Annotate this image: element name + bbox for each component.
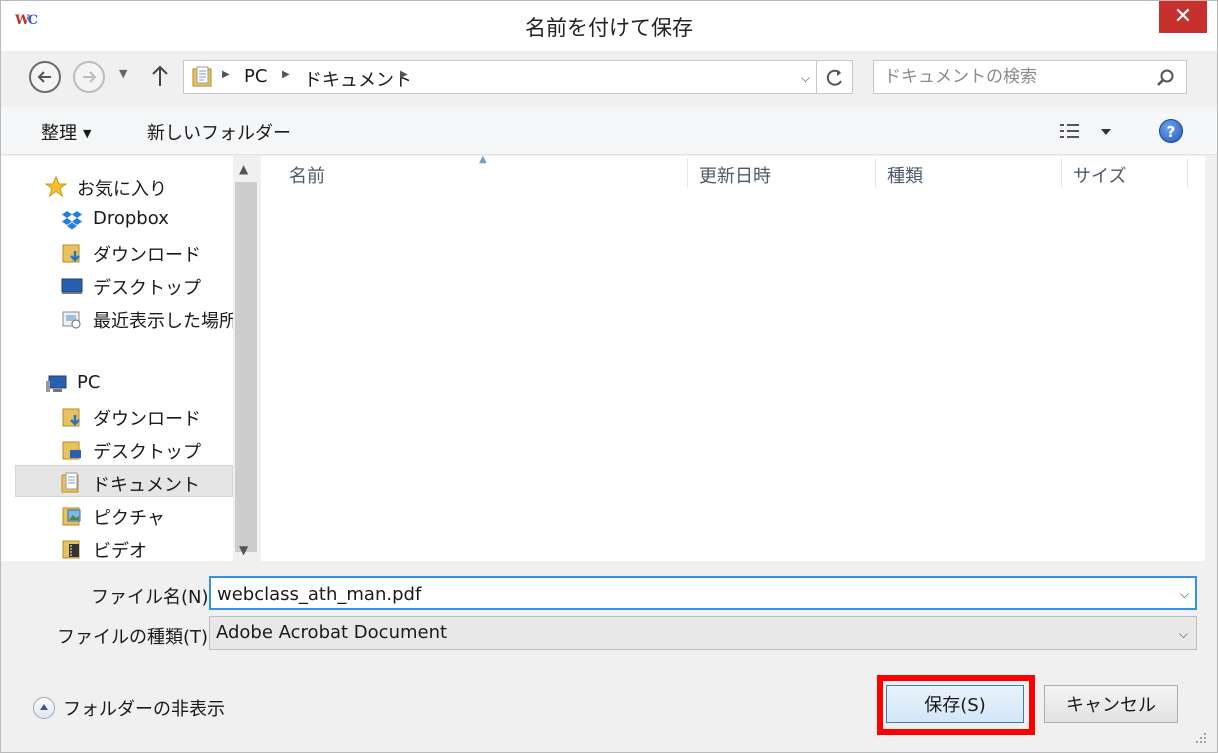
filename-combobox[interactable]: ⌵ [209,576,1197,610]
nav-pc-documents[interactable]: ドキュメント [15,465,233,497]
collapse-up-icon [33,697,55,719]
scroll-down-icon[interactable]: ▼ [239,543,248,557]
caret-down-icon: ▼ [83,127,92,140]
nav-pc-downloads[interactable]: ダウンロード [57,400,233,432]
scroll-up-icon[interactable]: ▲ [239,162,248,176]
refresh-icon [826,69,842,86]
nav-pc-videos[interactable]: ビデオ [57,532,233,564]
chevron-down-icon[interactable]: ⌵ [801,71,810,86]
title-bar: WC 名前を付けて保存 ✕ [1,1,1217,51]
nav-pc-pictures[interactable]: ピクチャ [57,499,233,531]
search-box[interactable] [873,60,1187,94]
breadcrumb-separator-icon: ▶ [400,69,408,80]
resize-grip-icon[interactable] [1193,730,1207,744]
save-button[interactable]: 保存(S) [886,685,1024,723]
sort-ascending-icon: ▲ [479,154,487,165]
recent-places-icon [62,311,81,329]
forward-button[interactable] [73,61,105,93]
filename-label: ファイル名(N): [91,587,215,608]
arrow-left-icon [37,71,51,83]
nav-recent-places[interactable]: 最近表示した場所 [57,302,237,334]
column-divider[interactable] [875,158,876,188]
star-icon [45,176,67,198]
help-button[interactable]: ? [1159,119,1183,143]
documents-folder-icon [192,66,212,87]
dialog-title: 名前を付けて保存 [525,16,693,40]
chevron-down-icon[interactable]: ⌵ [1179,627,1188,642]
arrow-up-icon [152,65,168,86]
breadcrumb-documents[interactable]: ドキュメント [304,66,412,92]
column-header-name[interactable]: 名前 [289,162,325,188]
up-button[interactable] [149,63,171,89]
nav-favorites[interactable]: お気に入り [41,170,231,202]
desktop-folder-icon [62,441,81,460]
column-header-size[interactable]: サイズ [1073,162,1126,188]
cancel-button[interactable]: キャンセル [1044,685,1178,723]
nav-pc[interactable]: PC [41,367,231,399]
recent-locations-dropdown[interactable]: ▼ [119,67,135,83]
column-divider[interactable] [1061,158,1062,188]
arrow-right-icon [83,71,97,83]
address-bar[interactable]: ▶ PC ▶ ドキュメント ▶ ⌵ [183,60,817,94]
column-header-type[interactable]: 種類 [887,162,923,188]
filename-input[interactable] [217,582,1157,606]
filetype-label: ファイルの種類(T): [57,627,215,648]
file-list[interactable]: 名前 ▲ 更新日時 種類 サイズ [261,154,1205,561]
refresh-button[interactable] [817,60,853,94]
dropbox-icon [62,211,82,230]
breadcrumb-separator-icon: ▶ [282,69,290,80]
search-icon [1157,69,1174,86]
pictures-folder-icon [62,507,81,526]
documents-folder-icon [61,472,79,493]
nav-pc-desktop[interactable]: デスクトップ [57,433,233,465]
navigation-scrollbar[interactable]: ▲ ▼ [233,156,259,561]
column-header-modified[interactable]: 更新日時 [699,162,771,188]
filetype-value: Adobe Acrobat Document [216,622,448,643]
close-button[interactable]: ✕ [1159,1,1207,33]
downloads-folder-icon [62,408,80,427]
videos-folder-icon [62,540,80,559]
details-view-icon [1060,124,1111,138]
nav-fav-downloads[interactable]: ダウンロード [57,236,233,268]
save-as-dialog: WC 名前を付けて保存 ✕ ▼ ▶ PC ▶ ドキュメント ▶ ⌵ 整理▼ 新し… [0,0,1218,753]
organize-button[interactable]: 整理 ▼ [41,119,91,145]
search-input[interactable] [884,66,1144,88]
column-divider[interactable] [687,158,688,188]
scroll-thumb[interactable] [235,182,257,552]
command-bar: 整理 ▼ 新しいフォルダー [1,107,1217,155]
change-view-button[interactable] [1059,121,1119,143]
computer-icon [46,375,67,392]
nav-dropbox[interactable]: Dropbox [57,203,233,235]
breadcrumb-pc[interactable]: PC [244,66,267,87]
downloads-folder-icon [62,244,80,263]
column-divider[interactable] [1187,158,1188,188]
breadcrumb-separator-icon: ▶ [222,69,230,80]
chevron-down-icon[interactable]: ⌵ [1180,587,1189,602]
navigation-pane: お気に入り Dropbox ダウンロード デスクトップ 最近表示した場所 PC … [1,156,259,564]
new-folder-button[interactable]: 新しいフォルダー [147,119,291,145]
nav-fav-desktop[interactable]: デスクトップ [57,269,233,301]
back-button[interactable] [29,61,61,93]
desktop-icon [61,278,83,294]
filetype-select[interactable]: Adobe Acrobat Document ⌵ [209,616,1197,650]
